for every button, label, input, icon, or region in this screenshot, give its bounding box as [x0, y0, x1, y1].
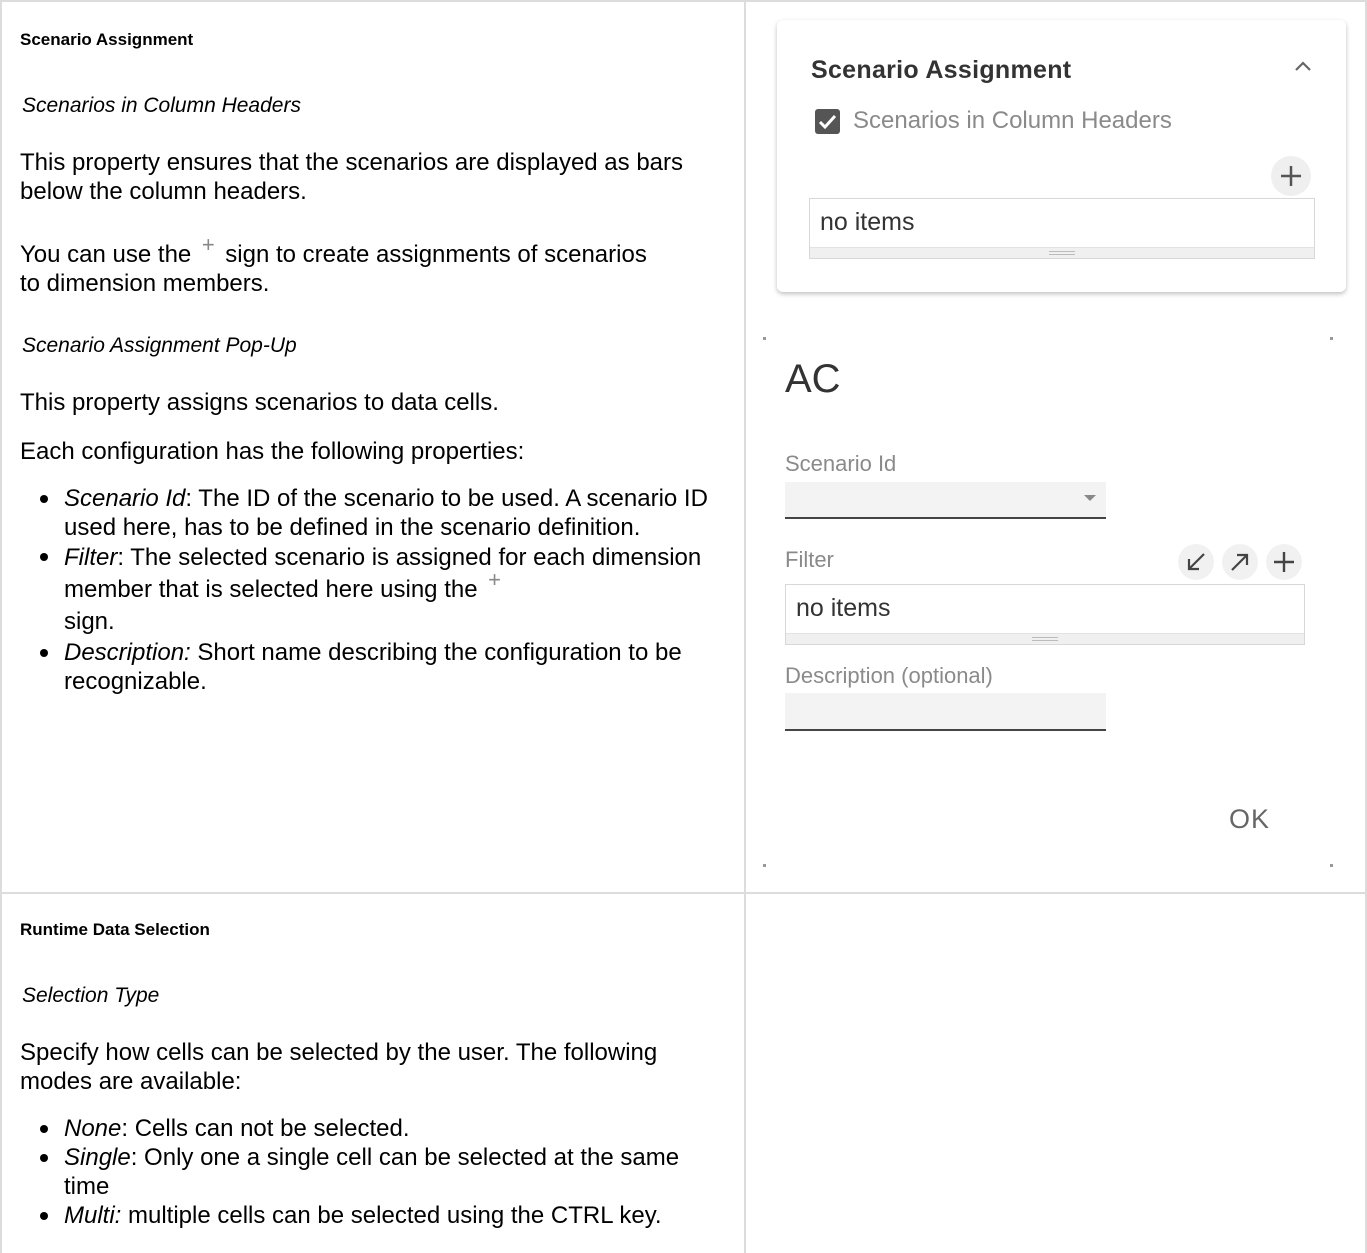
scenarios-column-headers-checkbox[interactable]: [815, 109, 840, 134]
arrow-up-right-icon[interactable]: [1221, 543, 1259, 581]
check-icon: [818, 114, 837, 130]
subheading-popup: Scenario Assignment Pop-Up: [22, 334, 297, 357]
dialog-corner: [763, 337, 766, 340]
dialog-corner: [1330, 337, 1333, 340]
list-item-text: : Only one a single cell can be selected…: [64, 1144, 680, 1200]
scenario-assignment-description: Scenario Assignment Scenarios in Column …: [20, 30, 730, 696]
scenario-assignment-panel: Scenario Assignment Scenarios in Column …: [777, 20, 1346, 292]
plus-icon: +: [488, 567, 501, 592]
properties-list: Scenario Id: The ID of the scenario to b…: [20, 484, 730, 696]
table-row-divider: [0, 892, 1367, 894]
plus-icon: +: [201, 232, 215, 257]
runtime-data-selection-description: Runtime Data Selection Selection Type Sp…: [20, 920, 730, 1230]
paragraph-text: You can use the: [20, 241, 192, 268]
dialog-corner: [763, 864, 766, 867]
resize-handle[interactable]: [810, 247, 1314, 258]
list-item: Multi: multiple cells can be selected us…: [20, 1201, 730, 1230]
list-item: Single: Only one a single cell can be se…: [20, 1143, 730, 1201]
empty-list-text: no items: [796, 594, 891, 622]
content-table: Scenario Assignment Scenarios in Column …: [0, 0, 1367, 1253]
empty-list-text: no items: [820, 208, 915, 236]
paragraph-plus-sign: You can use the + sign to create assignmen…: [20, 232, 660, 298]
paragraph: Specify how cells can be selected by the…: [20, 1039, 658, 1095]
plus-icon[interactable]: [1265, 543, 1303, 581]
dropdown-caret-icon: [1084, 495, 1096, 501]
chevron-up-icon[interactable]: [1290, 54, 1316, 80]
list-item-term: Filter: [64, 544, 118, 571]
paragraph: This property ensures that the scenarios…: [20, 149, 684, 205]
list-item: Filter: The selected scenario is assigne…: [20, 542, 730, 638]
grip-line: [1049, 251, 1075, 252]
list-item-text: sign.: [64, 608, 115, 635]
list-item-term: Description:: [64, 639, 191, 666]
table-column-divider: [744, 0, 746, 1253]
list-item-term: Multi:: [64, 1202, 122, 1229]
checkbox-label: Scenarios in Column Headers: [853, 107, 1172, 134]
filter-label: Filter: [785, 547, 834, 572]
scenario-id-select[interactable]: [785, 482, 1106, 519]
ok-button[interactable]: OK: [1229, 804, 1270, 835]
scenario-id-label: Scenario Id: [785, 451, 897, 476]
list-item: None: Cells can not be selected.: [20, 1114, 730, 1143]
section-heading: Scenario Assignment: [20, 30, 194, 49]
subheading-column-headers: Scenarios in Column Headers: [22, 94, 301, 117]
description-label: Description (optional): [785, 663, 993, 688]
description-input[interactable]: [785, 693, 1106, 731]
scenario-assignment-dialog: AC Scenario Id Filter no items Descripti…: [763, 337, 1333, 867]
panel-title: Scenario Assignment: [811, 56, 1072, 84]
list-item: Description: Short name describing the c…: [20, 638, 730, 696]
list-item-text: multiple cells can be selected using the…: [121, 1202, 662, 1229]
add-assignment-button[interactable]: [1271, 156, 1311, 196]
paragraph: Each configuration has the following pro…: [20, 438, 525, 465]
list-item-text: : Cells can not be selected.: [121, 1115, 410, 1142]
list-item: Scenario Id: The ID of the scenario to b…: [20, 484, 730, 542]
arrow-down-left-icon[interactable]: [1177, 543, 1215, 581]
dialog-title: AC: [785, 357, 841, 401]
table-border-top: [0, 0, 1367, 2]
list-item-text: : The selected scenario is assigned for …: [64, 544, 702, 603]
grip-line: [1032, 637, 1058, 638]
resize-handle[interactable]: [786, 633, 1304, 644]
dialog-corner: [1330, 864, 1333, 867]
plus-icon: [1281, 166, 1301, 186]
list-item-term: None: [64, 1115, 122, 1142]
table-border-left: [0, 0, 2, 1253]
grip-line: [1032, 640, 1058, 641]
paragraph: This property assigns scenarios to data …: [20, 389, 499, 416]
section-heading: Runtime Data Selection: [20, 920, 210, 939]
list-item-term: Scenario Id: [64, 485, 186, 512]
assignment-items-list[interactable]: no items: [809, 198, 1315, 259]
list-item-term: Single: [64, 1144, 131, 1171]
subheading-selection-type: Selection Type: [22, 984, 160, 1007]
grip-line: [1049, 254, 1075, 255]
filter-items-list[interactable]: no items: [785, 584, 1305, 645]
selection-modes-list: None: Cells can not be selected. Single:…: [20, 1114, 730, 1230]
